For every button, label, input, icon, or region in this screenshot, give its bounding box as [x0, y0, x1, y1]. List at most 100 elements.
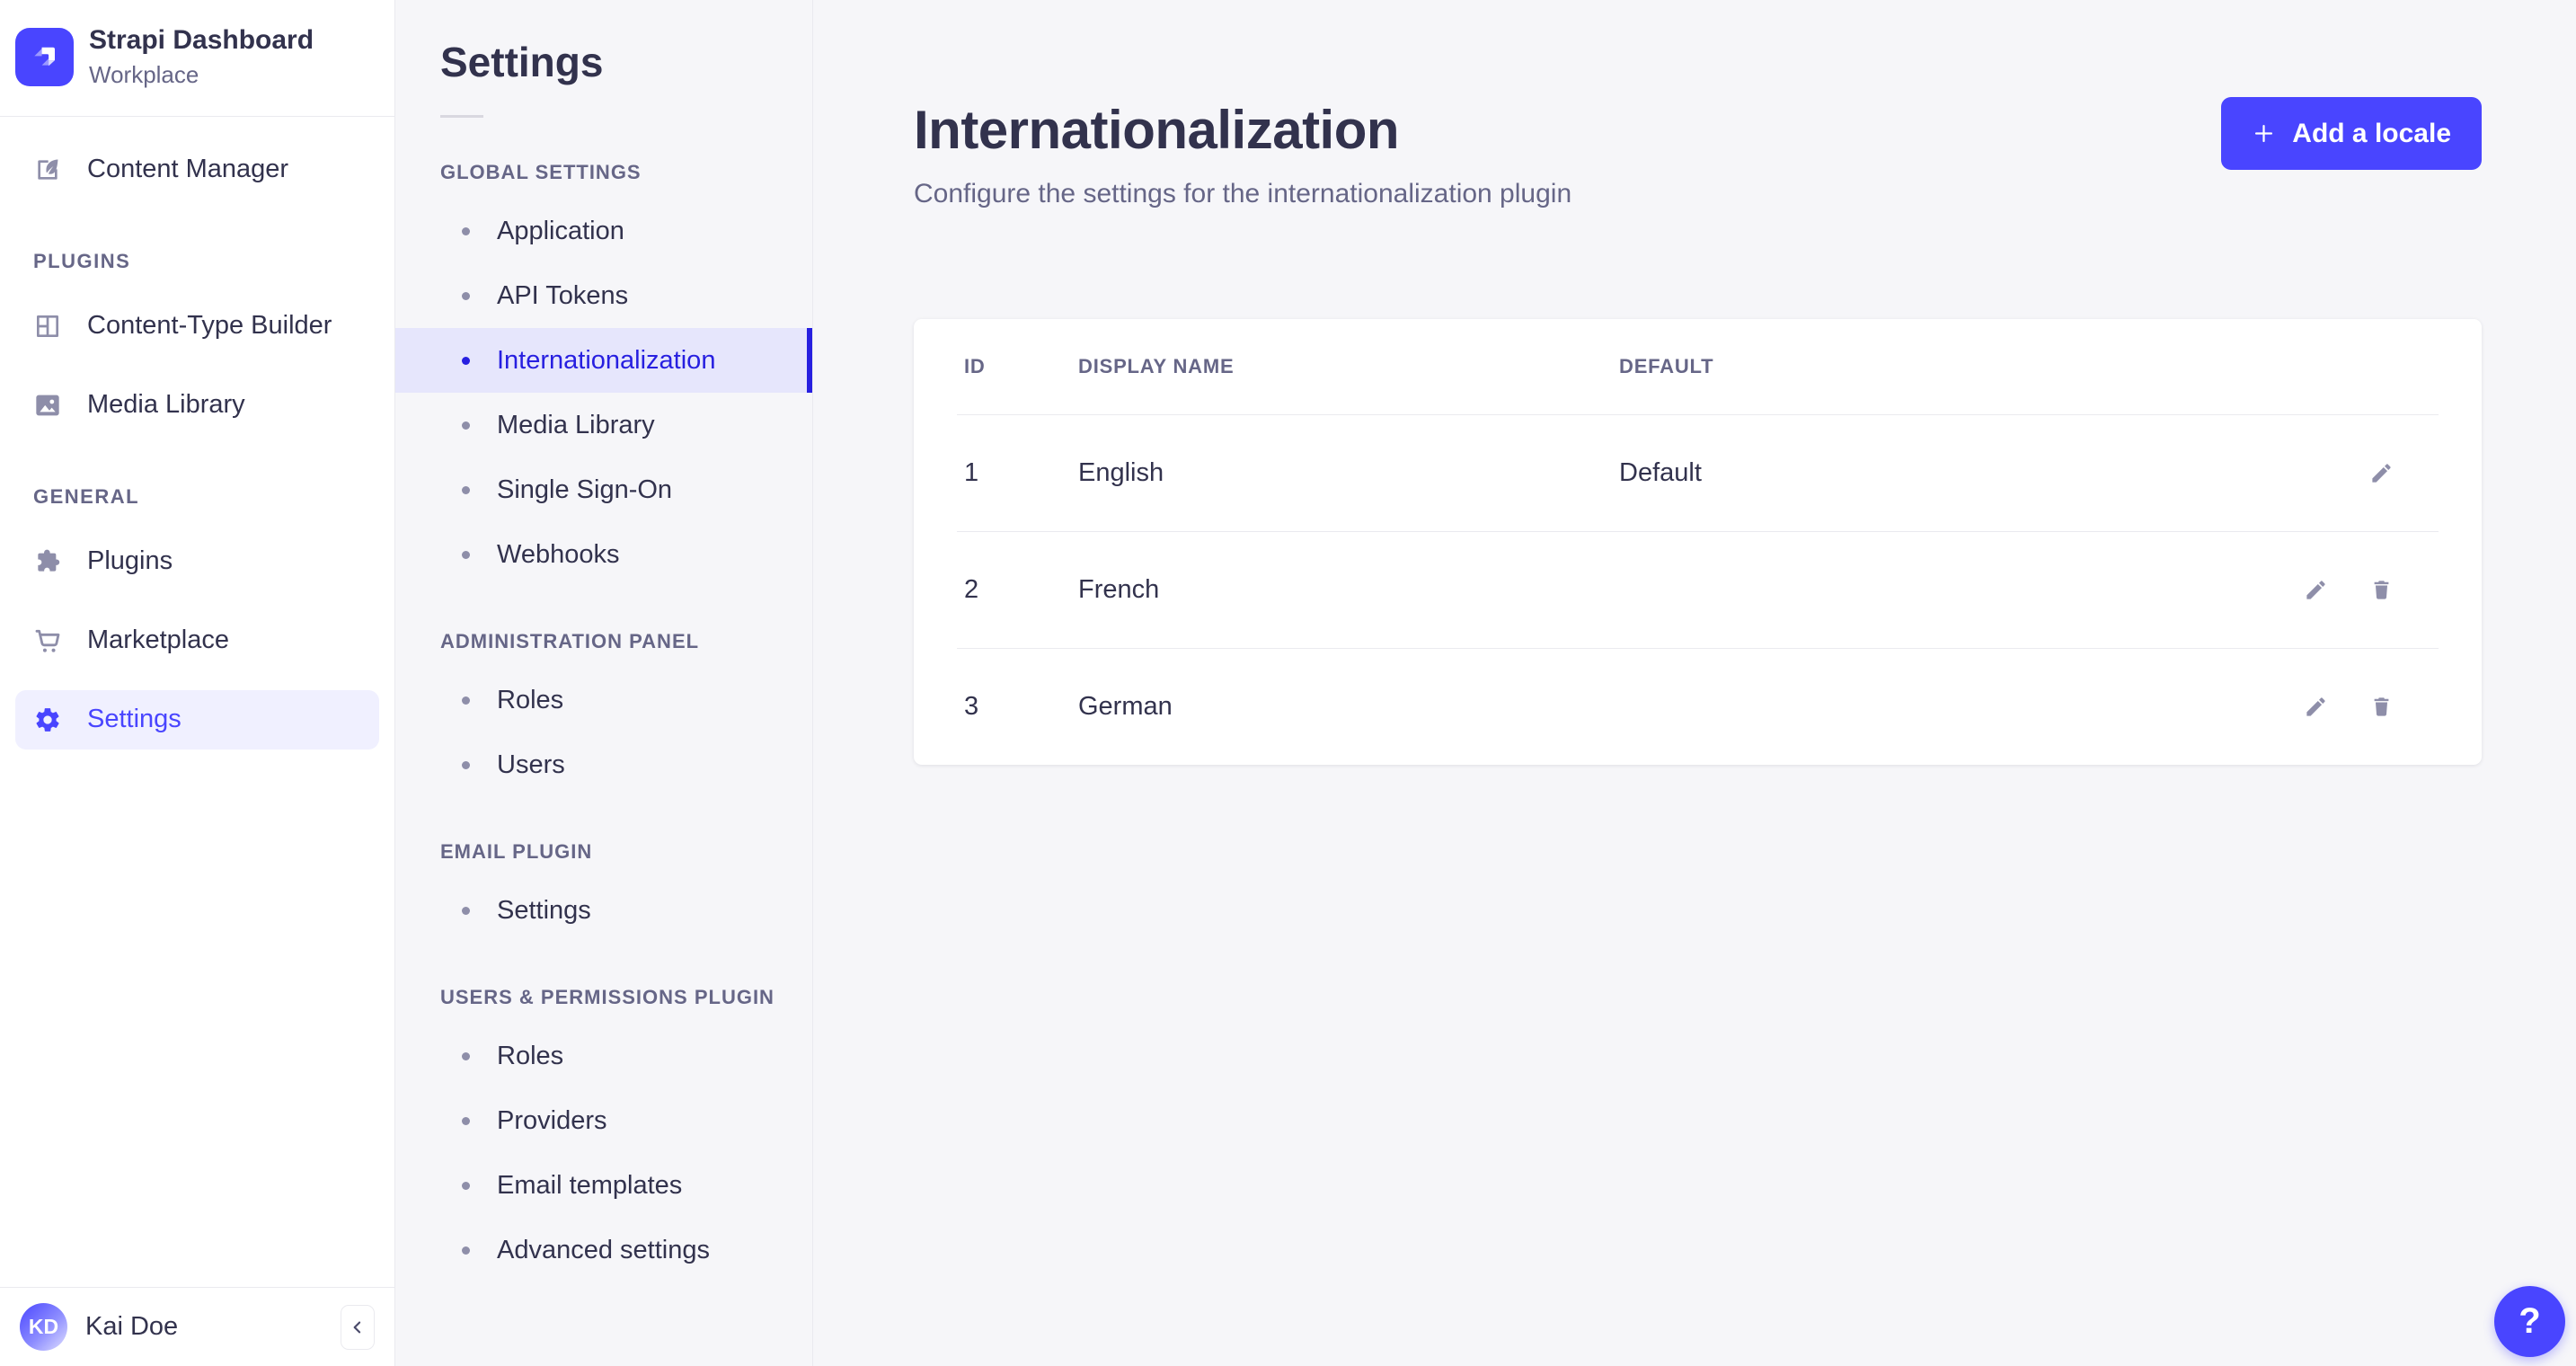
row-actions — [2223, 461, 2394, 485]
edit-button[interactable] — [2369, 461, 2394, 485]
subnav-item-label: Advanced settings — [497, 1235, 710, 1264]
help-button[interactable]: ? — [2494, 1286, 2565, 1357]
subnav-item-label: Settings — [497, 895, 591, 925]
cell-default: Default — [1619, 458, 1702, 487]
subnav-item-label: Roles — [497, 1041, 564, 1070]
cell-id: 2 — [964, 575, 979, 604]
main-content: Internationalization Configure the setti… — [813, 0, 2576, 1366]
sidebar-footer: KD Kai Doe — [0, 1287, 394, 1366]
sidebar-item-marketplace[interactable]: Marketplace — [15, 611, 379, 670]
subnav-item-label: Media Library — [497, 410, 655, 439]
sidebar-item-label: Marketplace — [87, 625, 229, 654]
user-name: Kai Doe — [85, 1312, 179, 1341]
strapi-logo — [15, 27, 74, 86]
subnav-item-label: Providers — [497, 1105, 607, 1135]
subnav-section-email-plugin: EMAIL PLUGIN Settings — [395, 840, 812, 943]
bullet-icon — [462, 291, 470, 300]
cell-display-name: German — [1078, 692, 1173, 721]
sidebar-item-label: Content-Type Builder — [87, 311, 332, 340]
subnav-section-label: GLOBAL SETTINGS — [440, 161, 642, 183]
sidebar-item-content-type-builder[interactable]: Content-Type Builder — [15, 297, 379, 356]
sidebar-item-label: Media Library — [87, 390, 245, 419]
subnav-item-email-templates[interactable]: Email templates — [395, 1153, 812, 1218]
bullet-icon — [462, 1051, 470, 1060]
bullet-icon — [462, 1246, 470, 1255]
pencil-icon — [2304, 578, 2328, 602]
delete-button[interactable] — [2369, 695, 2394, 719]
bullet-icon — [462, 696, 470, 705]
layout-icon — [33, 312, 62, 341]
puzzle-icon — [33, 547, 62, 576]
subnav-item-up-roles[interactable]: Roles — [395, 1024, 812, 1088]
bullet-icon — [462, 356, 470, 365]
collapse-sidebar-button[interactable] — [341, 1304, 375, 1350]
table-row[interactable]: 3 German — [914, 649, 2482, 765]
plus-icon — [2252, 121, 2276, 146]
write-icon — [33, 155, 62, 184]
column-header-display-name: DISPLAY NAME — [1078, 355, 1235, 377]
workspace-subtitle: Workplace — [89, 60, 199, 88]
subnav-item-label: API Tokens — [497, 280, 629, 310]
table-row[interactable]: 1 English Default — [914, 415, 2482, 531]
subnav-item-label: Webhooks — [497, 539, 620, 569]
sidebar-item-label: Content Manager — [87, 155, 289, 183]
workplace-switcher[interactable]: Strapi Dashboard Workplace — [0, 0, 394, 117]
subnav-section-global-settings: GLOBAL SETTINGS Application API Tokens I… — [395, 161, 812, 587]
row-actions — [2223, 578, 2394, 602]
sidebar-item-content-manager[interactable]: Content Manager — [15, 140, 379, 200]
column-header-default: DEFAULT — [1619, 355, 1714, 377]
nav-section-general: GENERAL — [33, 484, 140, 508]
pencil-icon — [2304, 695, 2328, 719]
add-locale-label: Add a locale — [2292, 118, 2451, 148]
subnav-item-advanced-settings[interactable]: Advanced settings — [395, 1218, 812, 1282]
sidebar-item-media-library[interactable]: Media Library — [15, 376, 379, 435]
table-row[interactable]: 2 French — [914, 532, 2482, 648]
cart-icon — [33, 626, 62, 655]
row-actions — [2223, 695, 2394, 719]
subnav-item-api-tokens[interactable]: API Tokens — [395, 263, 812, 328]
sidebar-item-plugins[interactable]: Plugins — [15, 532, 379, 591]
gear-icon — [33, 705, 62, 734]
subnav-item-providers[interactable]: Providers — [395, 1088, 812, 1153]
edit-button[interactable] — [2304, 578, 2328, 602]
add-locale-button[interactable]: Add a locale — [2221, 97, 2482, 170]
subnav-item-media-library[interactable]: Media Library — [395, 393, 812, 457]
subnav-item-application[interactable]: Application — [395, 199, 812, 263]
chevron-left-icon — [349, 1318, 367, 1336]
sidebar-item-label: Plugins — [87, 546, 173, 575]
sidebar-item-settings[interactable]: Settings — [15, 689, 379, 750]
avatar[interactable]: KD — [20, 1303, 67, 1351]
subnav-section-label: USERS & PERMISSIONS PLUGIN — [440, 986, 775, 1008]
subnav-item-label: Internationalization — [497, 345, 716, 375]
subnav-title: Settings — [440, 39, 604, 85]
subnav-item-single-sign-on[interactable]: Single Sign-On — [395, 457, 812, 522]
edit-button[interactable] — [2304, 695, 2328, 719]
subnav-item-label: Single Sign-On — [497, 475, 673, 504]
subnav-item-label: Roles — [497, 685, 564, 714]
locales-table: ID DISPLAY NAME DEFAULT 1 English Defaul… — [914, 319, 2482, 765]
main-sidebar: Strapi Dashboard Workplace Content Manag… — [0, 0, 395, 1366]
cell-display-name: French — [1078, 575, 1160, 604]
subnav-item-webhooks[interactable]: Webhooks — [395, 522, 812, 587]
sidebar-item-label: Settings — [87, 705, 181, 733]
bullet-icon — [462, 1116, 470, 1125]
cell-id: 3 — [964, 692, 979, 721]
subnav-item-admin-roles[interactable]: Roles — [395, 668, 812, 732]
picture-icon — [33, 391, 62, 420]
subnav-item-email-settings[interactable]: Settings — [395, 878, 812, 943]
subnav-item-label: Email templates — [497, 1170, 683, 1200]
page-subtitle: Configure the settings for the internati… — [914, 179, 1572, 208]
trash-icon — [2369, 695, 2394, 719]
bullet-icon — [462, 485, 470, 494]
subnav-item-internationalization[interactable]: Internationalization — [395, 328, 812, 393]
bullet-icon — [462, 226, 470, 235]
subnav-item-admin-users[interactable]: Users — [395, 732, 812, 797]
bullet-icon — [462, 906, 470, 915]
cell-id: 1 — [964, 458, 979, 487]
cell-display-name: English — [1078, 458, 1164, 487]
nav-section-plugins: PLUGINS — [33, 249, 131, 272]
delete-button[interactable] — [2369, 578, 2394, 602]
page-title: Internationalization — [914, 100, 1400, 160]
subnav-item-label: Users — [497, 750, 565, 779]
bullet-icon — [462, 760, 470, 769]
